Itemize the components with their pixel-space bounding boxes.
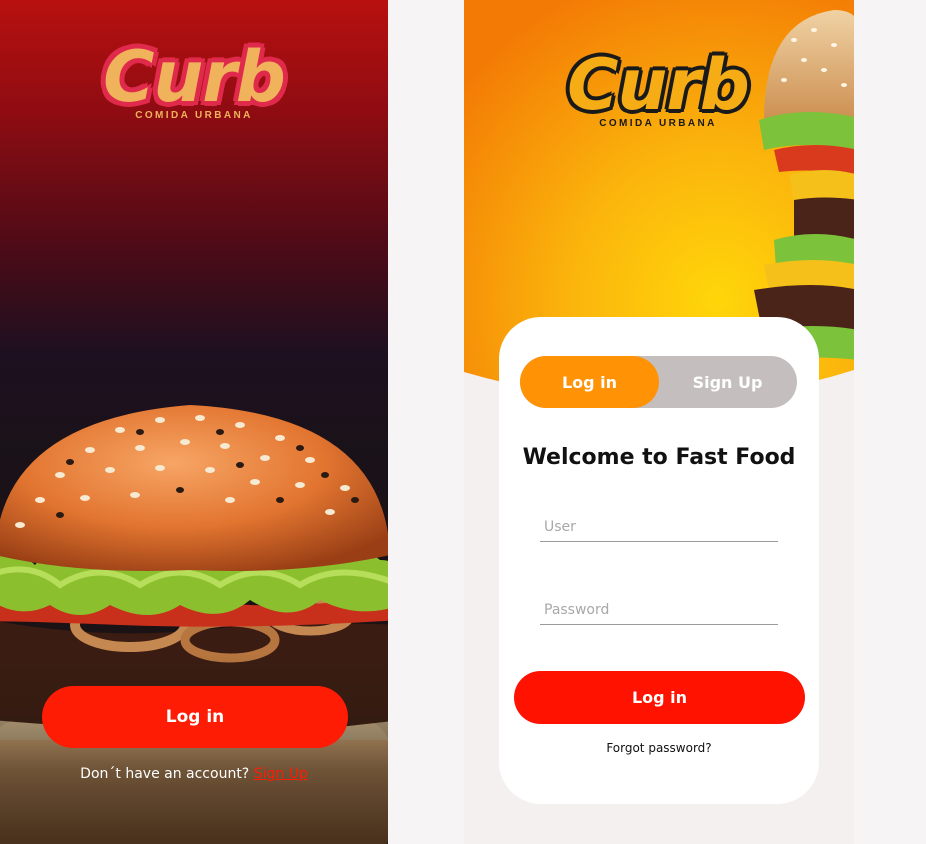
splash-screen: Curb COMIDA URBANA Log in Don´t have an …	[0, 0, 388, 844]
brand-logo: Curb COMIDA URBANA	[94, 40, 294, 121]
login-submit-button[interactable]: Log in	[514, 671, 805, 724]
signup-prompt-row: Don´t have an account? Sign Up	[0, 766, 388, 782]
signup-prompt-text: Don´t have an account?	[80, 766, 250, 782]
brand-logo-dark: Curb COMIDA URBANA	[560, 48, 756, 129]
signup-link[interactable]: Sign Up	[254, 766, 308, 782]
logo-wordmark: Curb	[567, 44, 750, 126]
tab-signup[interactable]: Sign Up	[658, 356, 797, 408]
password-input[interactable]	[540, 595, 778, 625]
tab-login[interactable]: Log in	[520, 356, 659, 408]
bottom-shade	[0, 654, 388, 844]
login-screen: Curb COMIDA URBANA Sign Up Log in Welcom…	[464, 0, 854, 844]
login-card: Sign Up Log in Welcome to Fast Food Log …	[499, 317, 819, 804]
login-button[interactable]: Log in	[42, 686, 348, 748]
auth-tab-toggle: Sign Up Log in	[520, 356, 797, 408]
welcome-title: Welcome to Fast Food	[522, 445, 796, 470]
forgot-password-link[interactable]: Forgot password?	[499, 741, 819, 755]
user-input[interactable]	[540, 512, 778, 542]
logo-wordmark: Curb	[103, 36, 286, 118]
